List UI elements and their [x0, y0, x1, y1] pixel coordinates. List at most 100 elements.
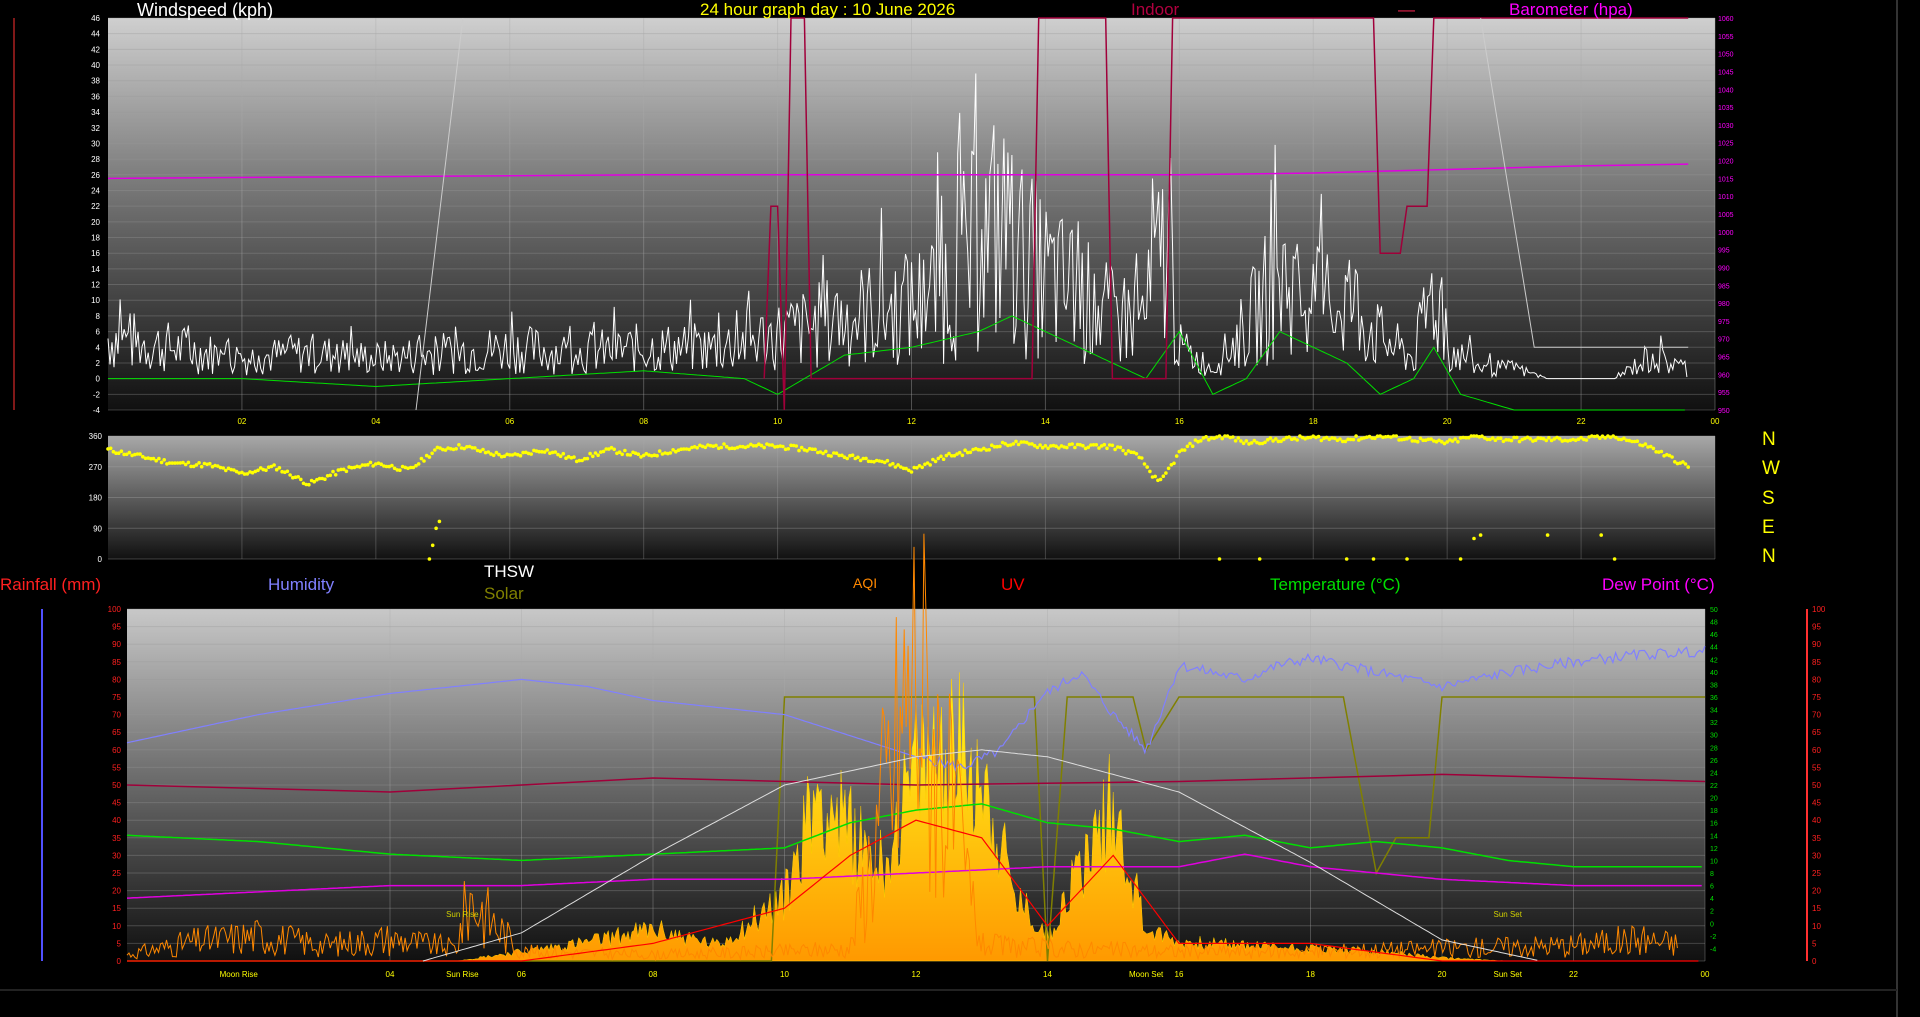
direction-point: [1351, 437, 1356, 442]
direction-point: [1498, 436, 1503, 441]
direction-point: [159, 460, 164, 465]
direction-point: [998, 444, 1002, 449]
uv-y-tick-label: 95: [1812, 623, 1821, 632]
humidity-y-tick-label: 45: [112, 799, 121, 808]
indoor-label: Indoor: [1131, 0, 1180, 19]
direction-point: [1263, 440, 1267, 445]
direction-point: [1236, 436, 1241, 440]
direction-point: [1073, 445, 1077, 450]
sun-set-axis-label: Sun Set: [1494, 970, 1523, 979]
wind-y-tick-label: 32: [91, 124, 100, 133]
uv-y-tick-label: 40: [1812, 816, 1821, 825]
direction-point: [1338, 437, 1342, 441]
direction-point: [941, 457, 946, 462]
direction-point: [481, 447, 485, 452]
direction-point: [119, 449, 124, 454]
direction-point: [987, 448, 991, 452]
temperature-y-tick-label: 44: [1710, 645, 1718, 652]
direction-point: [1545, 533, 1550, 537]
direction-point: [845, 456, 849, 461]
wind-y-tick-label: 34: [91, 108, 100, 117]
environment-x-tick-label: 10: [780, 970, 789, 979]
wind-y-tick-label: 22: [91, 202, 100, 211]
wind-x-tick-label: 18: [1309, 417, 1318, 426]
temperature-y-tick-label: 2: [1710, 909, 1714, 916]
direction-point: [864, 456, 868, 461]
humidity-y-tick-label: 100: [108, 605, 122, 614]
direction-point: [1670, 455, 1674, 459]
compass-label: E: [1762, 517, 1775, 538]
direction-point: [920, 465, 924, 470]
direction-point: [1185, 444, 1190, 449]
barometer-y-tick-label: 960: [1718, 372, 1730, 379]
uv-y-tick-label: 80: [1812, 675, 1821, 684]
direction-y-tick-label: 180: [89, 494, 103, 503]
direction-point: [1121, 448, 1125, 453]
direction-point: [1371, 557, 1376, 561]
solar-title: Solar: [484, 584, 524, 603]
direction-point: [1016, 442, 1021, 447]
temperature-y-tick-label: 30: [1710, 733, 1718, 740]
direction-point: [891, 461, 895, 466]
humidity-y-tick-label: 50: [112, 781, 121, 790]
direction-point: [256, 468, 260, 473]
direction-point: [628, 453, 633, 457]
uv-y-tick-label: 20: [1812, 887, 1821, 896]
weather-graph: -4-2024681012141618202224262830323436384…: [0, 0, 1898, 1017]
direction-point: [1172, 461, 1176, 466]
direction-point: [1405, 557, 1409, 561]
temperature-y-tick-label: 50: [1710, 607, 1718, 614]
wind-y-tick-label: 26: [91, 171, 100, 180]
temperature-y-tick-label: 22: [1710, 783, 1718, 790]
direction-point: [1456, 440, 1460, 444]
barometer-y-tick-label: 1025: [1718, 141, 1734, 148]
direction-point: [1188, 441, 1192, 446]
sun-rise-label: Sun Rise: [446, 910, 479, 919]
direction-point: [199, 464, 204, 469]
direction-point: [1244, 439, 1249, 443]
aqi-title: AQI: [853, 575, 878, 591]
humidity-y-tick-label: 55: [112, 763, 121, 772]
wind-y-tick-label: 8: [96, 312, 101, 321]
direction-point: [1070, 442, 1074, 446]
temperature-y-tick-label: 28: [1710, 745, 1718, 752]
direction-point: [1643, 442, 1648, 446]
direction-point: [1148, 469, 1152, 474]
direction-point: [491, 453, 496, 458]
direction-point: [323, 477, 327, 482]
direction-point: [1142, 462, 1147, 466]
direction-point: [1268, 436, 1273, 440]
temperature-y-tick-label: 46: [1710, 632, 1718, 639]
barometer-y-tick-label: 1015: [1718, 176, 1734, 183]
direction-point: [856, 455, 860, 460]
direction-point: [1014, 439, 1018, 444]
humidity-y-tick-label: 5: [117, 939, 122, 948]
direction-point: [695, 446, 699, 450]
barometer-y-tick-label: 1000: [1718, 230, 1734, 237]
environment-x-tick-label: 06: [517, 970, 526, 979]
barometer-y-tick-label: 1010: [1718, 194, 1734, 201]
direction-point: [1217, 434, 1222, 438]
wind-y-tick-label: 20: [91, 218, 100, 227]
direction-point: [909, 470, 914, 474]
direction-point: [572, 455, 576, 459]
temperature-y-tick-label: 16: [1710, 821, 1718, 828]
compass-label: N: [1762, 546, 1776, 567]
direction-point: [208, 461, 212, 466]
temperature-y-tick-label: 40: [1710, 670, 1718, 677]
direction-point: [1316, 434, 1321, 439]
direction-point: [829, 454, 833, 458]
direction-point: [307, 482, 311, 487]
temperature-y-tick-label: -4: [1710, 946, 1716, 953]
direction-point: [127, 450, 132, 455]
direction-point: [850, 453, 855, 458]
direction-point: [157, 456, 161, 461]
barometer-y-tick-label: 970: [1718, 337, 1730, 344]
direction-point: [1166, 466, 1171, 471]
windspeed-title: Windspeed (kph): [137, 0, 274, 20]
wind-y-tick-label: -2: [93, 390, 101, 399]
humidity-y-tick-label: 10: [112, 922, 121, 931]
barometer-y-tick-label: 1050: [1718, 52, 1734, 59]
barometer-y-tick-label: 1040: [1718, 87, 1734, 94]
direction-point: [457, 443, 461, 447]
